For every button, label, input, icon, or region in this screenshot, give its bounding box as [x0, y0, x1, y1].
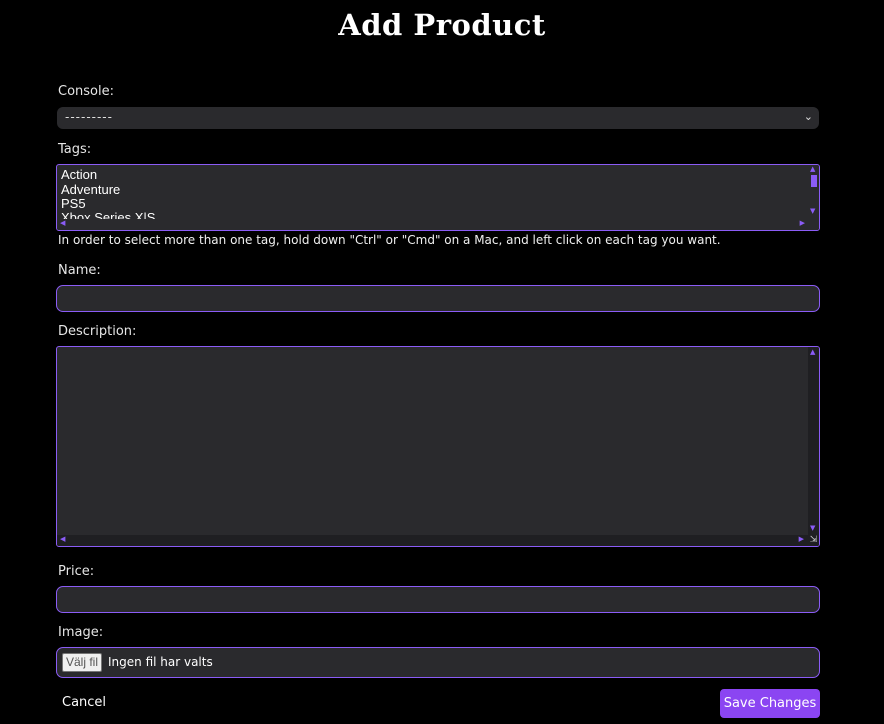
scroll-left-icon[interactable]: ◀ — [60, 535, 65, 543]
description-textarea[interactable]: ▲ ▼ ◀ ▶ ⇲ — [56, 346, 820, 547]
scroll-right-icon[interactable]: ▶ — [799, 535, 804, 543]
price-input[interactable] — [56, 586, 820, 613]
image-label: Image: — [58, 625, 104, 640]
add-product-page: Add Product Console: --------- ⌄ Tags: A… — [0, 0, 884, 724]
tags-horizontal-scrollbar[interactable]: ◀ ▶ — [57, 219, 819, 230]
page-title: Add Product — [338, 8, 546, 42]
description-vertical-scrollbar[interactable]: ▲ ▼ — [808, 347, 819, 535]
console-select[interactable]: --------- ⌄ — [57, 107, 819, 129]
tags-listbox[interactable]: Action Adventure PS5 Xbox Series X|S ▲ ▼… — [56, 164, 820, 231]
tag-option[interactable]: Action — [61, 168, 97, 182]
tags-vertical-scrollbar[interactable]: ▲ ▼ — [809, 165, 819, 219]
resize-handle-icon[interactable]: ⇲ — [808, 535, 819, 546]
scrollbar-thumb[interactable] — [811, 175, 817, 187]
tag-option[interactable]: Adventure — [61, 183, 120, 197]
description-label: Description: — [58, 324, 137, 339]
save-changes-button[interactable]: Save Changes — [720, 689, 820, 718]
scroll-right-icon[interactable]: ▶ — [800, 219, 805, 227]
name-label: Name: — [58, 263, 101, 278]
console-selected-value: --------- — [65, 110, 113, 124]
scroll-left-icon[interactable]: ◀ — [60, 219, 65, 227]
image-file-input[interactable]: Välj fil Ingen fil har valts — [56, 647, 820, 678]
choose-file-button[interactable]: Välj fil — [62, 653, 103, 672]
name-input[interactable] — [56, 285, 820, 312]
cancel-link[interactable]: Cancel — [62, 695, 106, 710]
scroll-down-icon[interactable]: ▼ — [810, 207, 815, 215]
tag-option[interactable]: PS5 — [61, 197, 86, 211]
description-horizontal-scrollbar[interactable]: ◀ ▶ — [57, 535, 819, 546]
scroll-up-icon[interactable]: ▲ — [810, 165, 815, 173]
scroll-down-icon[interactable]: ▼ — [810, 524, 815, 532]
price-label: Price: — [58, 564, 95, 579]
tags-hint: In order to select more than one tag, ho… — [58, 233, 721, 247]
chevron-down-icon: ⌄ — [803, 110, 813, 123]
console-label: Console: — [58, 84, 114, 99]
file-status: Ingen fil har valts — [108, 655, 213, 669]
scroll-up-icon[interactable]: ▲ — [810, 348, 815, 356]
tags-label: Tags: — [58, 142, 92, 157]
